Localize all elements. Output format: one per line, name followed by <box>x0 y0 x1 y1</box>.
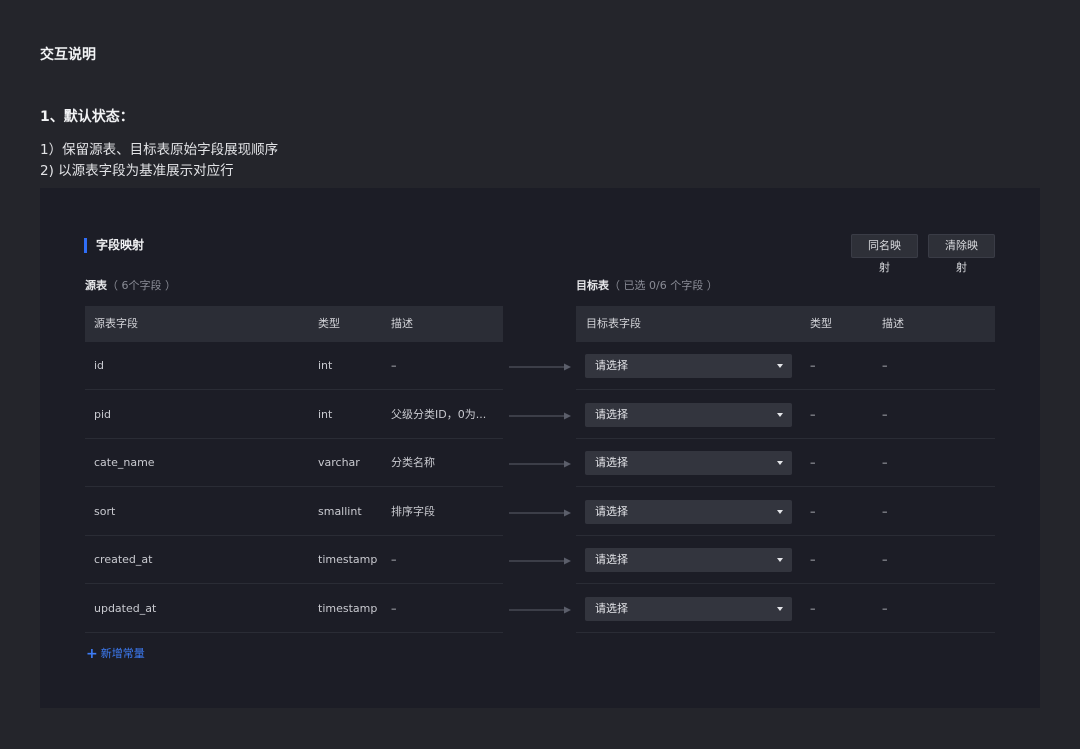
target-field-select[interactable]: 请选择 <box>585 354 792 378</box>
target-row: 请选择 – – <box>576 488 995 536</box>
caret-down-icon <box>777 558 783 562</box>
target-field-select[interactable]: 请选择 <box>585 597 792 621</box>
target-field-select[interactable]: 请选择 <box>585 500 792 524</box>
add-constant-link[interactable]: + 新增常量 <box>86 646 145 662</box>
caret-down-icon <box>777 510 783 514</box>
target-field-desc: – <box>882 602 888 615</box>
target-field-type: – <box>810 359 816 372</box>
mapping-arrow-icon <box>509 460 571 468</box>
target-field-select[interactable]: 请选择 <box>585 403 792 427</box>
title-accent-bar <box>84 238 87 253</box>
source-row: cate_name varchar 分类名称 <box>85 439 503 487</box>
col-target-field: 目标表字段 <box>586 317 641 330</box>
source-field-type: int <box>318 359 333 372</box>
source-row: pid int 父级分类ID，0为... <box>85 391 503 439</box>
same-name-mapping-button[interactable]: 同名映射 <box>851 234 918 274</box>
target-field-desc: – <box>882 553 888 566</box>
target-field-desc: – <box>882 359 888 372</box>
target-field-desc: – <box>882 505 888 518</box>
target-row: 请选择 – – <box>576 439 995 487</box>
target-field-type: – <box>810 602 816 615</box>
col-target-desc: 描述 <box>882 317 904 330</box>
select-placeholder: 请选择 <box>595 359 628 372</box>
target-field-type: – <box>810 553 816 566</box>
source-field-desc: 父级分类ID，0为... <box>391 408 487 421</box>
col-target-type: 类型 <box>810 317 832 330</box>
panel-title: 字段映射 <box>96 238 145 252</box>
target-row: 请选择 – – <box>576 536 995 584</box>
target-field-desc: – <box>882 408 888 421</box>
select-placeholder: 请选择 <box>595 456 628 469</box>
mapping-arrow-icon <box>509 363 571 371</box>
note-line-2: 2) 以源表字段为基准展示对应行 <box>40 163 234 179</box>
target-field-desc: – <box>882 456 888 469</box>
caret-down-icon <box>777 607 783 611</box>
mapping-arrow-icon <box>509 509 571 517</box>
source-field-type: varchar <box>318 456 360 469</box>
add-constant-label: 新增常量 <box>100 647 145 660</box>
field-mapping-panel: 字段映射 同名映射 清除映射 源表（ 6个字段 ） 目标表（ 已选 0/6 个字… <box>40 188 1040 708</box>
target-row: 请选择 – – <box>576 391 995 439</box>
doc-title: 交互说明 <box>40 47 96 63</box>
target-selected-count: （ 已选 0/6 个字段 ） <box>609 279 718 292</box>
target-field-type: – <box>810 456 816 469</box>
col-source-type: 类型 <box>318 317 340 330</box>
target-row: 请选择 – – <box>576 585 995 633</box>
source-field-type: int <box>318 408 333 421</box>
target-field-type: – <box>810 505 816 518</box>
source-field-desc: – <box>391 602 397 615</box>
plus-icon: + <box>86 646 98 662</box>
source-table-label: 源表 <box>85 279 107 292</box>
source-field-type: smallint <box>318 505 362 518</box>
select-placeholder: 请选择 <box>595 505 628 518</box>
source-field-count: （ 6个字段 ） <box>107 279 176 292</box>
section-title: 1、默认状态： <box>40 109 134 125</box>
source-row: id int – <box>85 342 503 390</box>
caret-down-icon <box>777 461 783 465</box>
source-field-name: created_at <box>94 553 153 566</box>
select-placeholder: 请选择 <box>595 602 628 615</box>
col-source-field: 源表字段 <box>94 317 138 330</box>
target-table-heading: 目标表（ 已选 0/6 个字段 ） <box>576 279 718 293</box>
target-row: 请选择 – – <box>576 342 995 390</box>
source-field-name: id <box>94 359 105 372</box>
source-field-type: timestamp <box>318 553 378 566</box>
mapping-arrow-icon <box>509 412 571 420</box>
source-field-desc: – <box>391 553 397 566</box>
source-field-type: timestamp <box>318 602 378 615</box>
clear-mapping-button[interactable]: 清除映射 <box>928 234 995 274</box>
source-row: updated_at timestamp – <box>85 585 503 633</box>
caret-down-icon <box>777 413 783 417</box>
source-table-header: 源表字段 类型 描述 <box>85 306 503 342</box>
col-source-desc: 描述 <box>391 317 413 330</box>
select-placeholder: 请选择 <box>595 553 628 566</box>
source-field-name: updated_at <box>94 602 157 615</box>
target-field-select[interactable]: 请选择 <box>585 451 792 475</box>
target-field-type: – <box>810 408 816 421</box>
source-table-heading: 源表（ 6个字段 ） <box>85 279 176 293</box>
note-line-1: 1）保留源表、目标表原始字段展现顺序 <box>40 142 279 158</box>
select-placeholder: 请选择 <box>595 408 628 421</box>
source-field-desc: – <box>391 359 397 372</box>
source-field-desc: 分类名称 <box>391 456 435 469</box>
target-table-label: 目标表 <box>576 279 609 292</box>
source-field-name: sort <box>94 505 116 518</box>
source-field-desc: 排序字段 <box>391 505 435 518</box>
source-row: created_at timestamp – <box>85 536 503 584</box>
target-table-header: 目标表字段 类型 描述 <box>576 306 995 342</box>
mapping-arrow-icon <box>509 557 571 565</box>
caret-down-icon <box>777 364 783 368</box>
mapping-arrow-icon <box>509 606 571 614</box>
source-field-name: cate_name <box>94 456 155 469</box>
source-row: sort smallint 排序字段 <box>85 488 503 536</box>
target-field-select[interactable]: 请选择 <box>585 548 792 572</box>
source-field-name: pid <box>94 408 112 421</box>
